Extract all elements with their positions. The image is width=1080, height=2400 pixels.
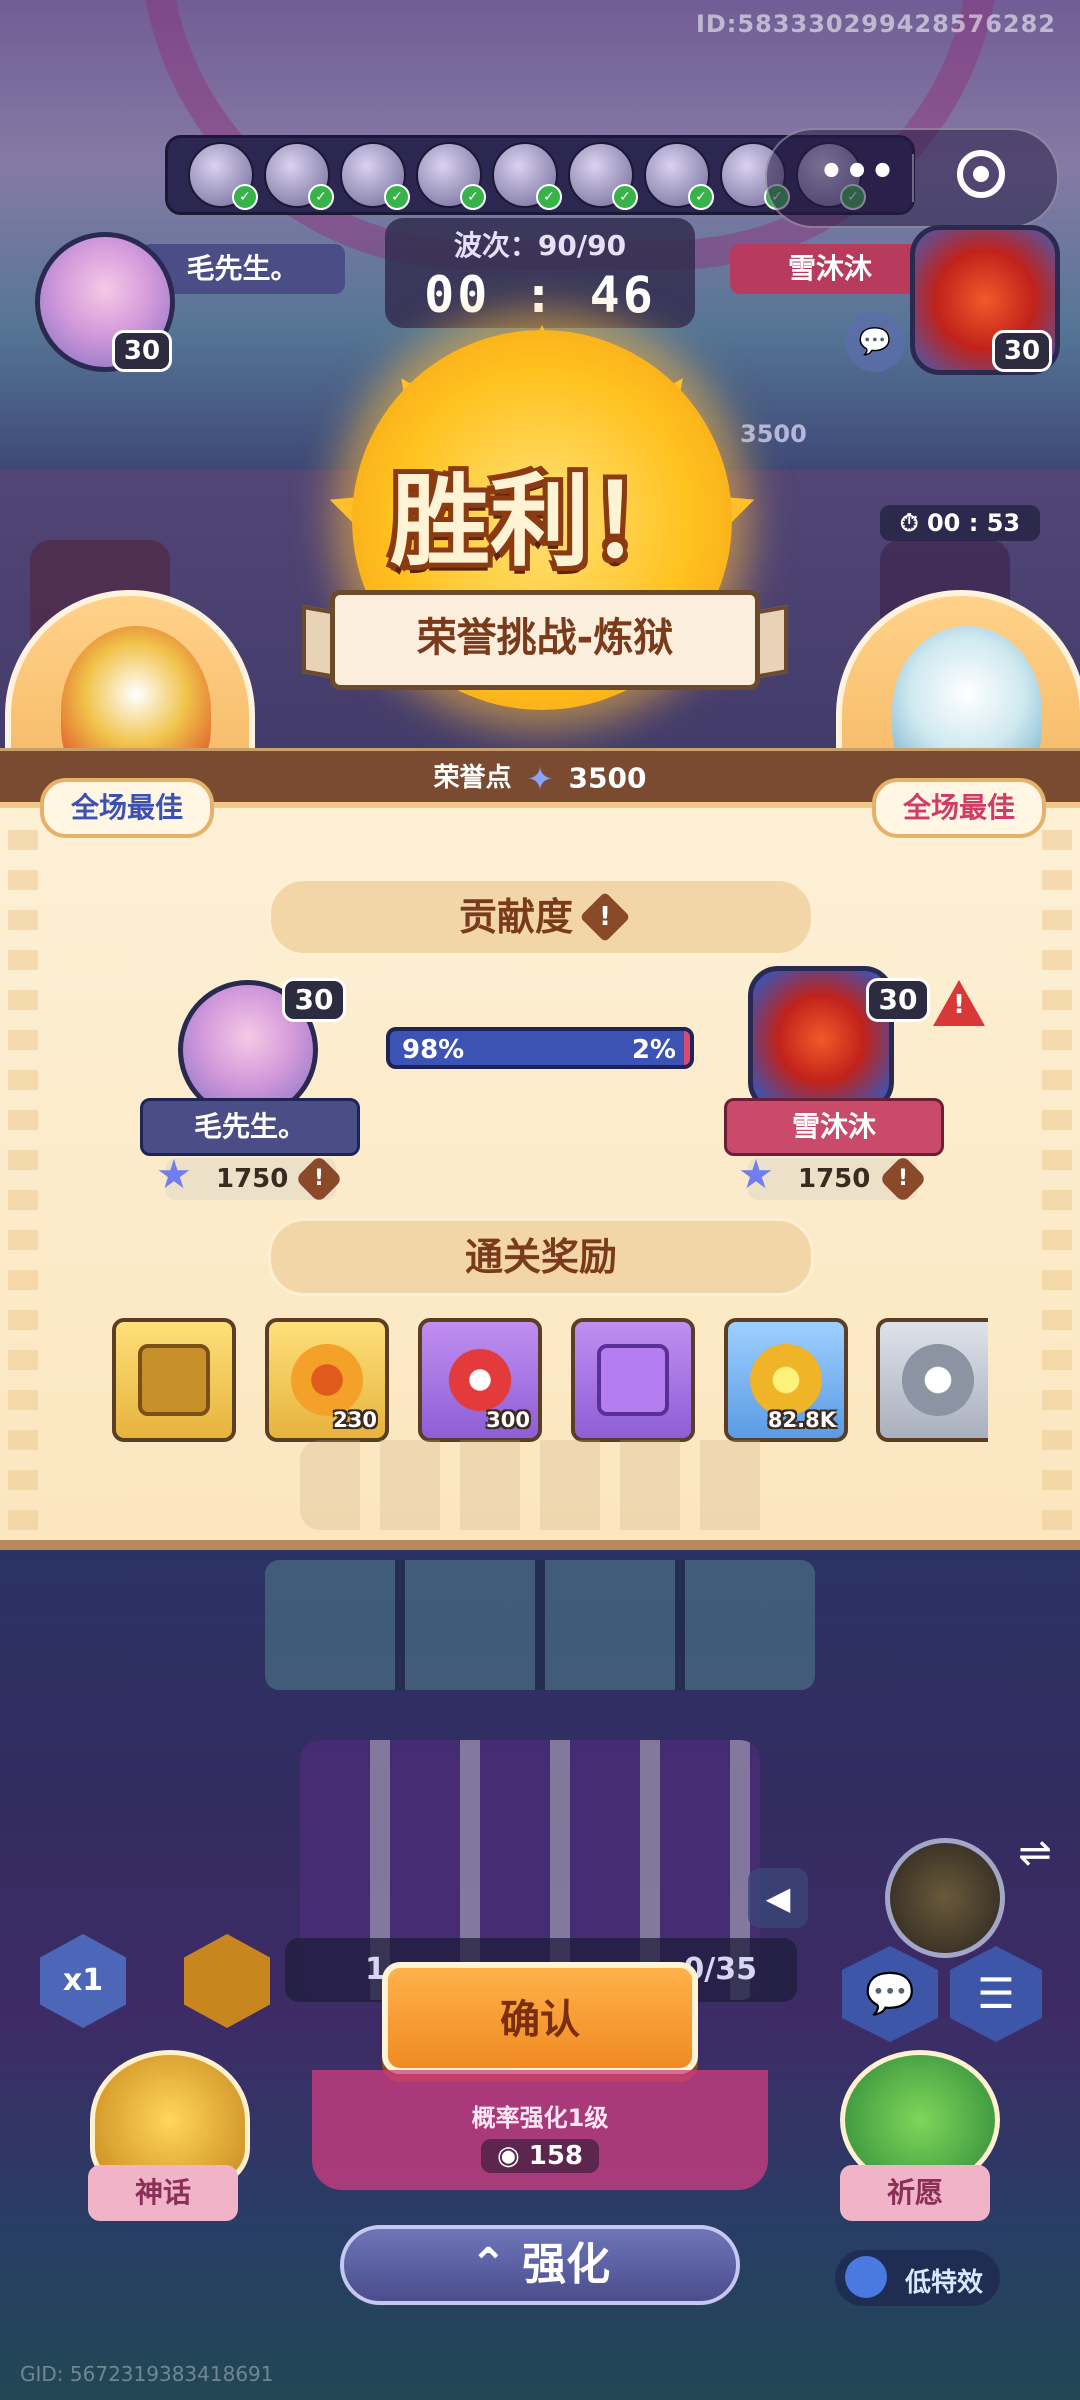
check-icon: ✓ xyxy=(308,184,334,210)
reward-red-potion[interactable]: 300 xyxy=(418,1318,542,1442)
reward-purple-chest[interactable] xyxy=(571,1318,695,1442)
check-icon: ✓ xyxy=(232,184,258,210)
panel-watermark-decor xyxy=(300,1440,780,1530)
capsule-divider xyxy=(912,154,914,202)
check-icon: ✓ xyxy=(536,184,562,210)
check-icon: ✓ xyxy=(688,184,714,210)
chat-icon: 💬 xyxy=(865,1971,915,2017)
star-icon: ★ xyxy=(156,1152,192,1198)
strengthen-info-panel: 概率强化1级 ◉ 158 xyxy=(312,2070,768,2190)
strengthen-description: 概率强化1级 xyxy=(471,2104,609,2132)
right-player-level: 30 xyxy=(866,978,930,1022)
user-id-text: ID:5833302994285762​82 xyxy=(695,10,1056,38)
reward-gold-key[interactable]: 230 xyxy=(265,1318,389,1442)
silver-token-icon xyxy=(902,1344,974,1416)
contribution-left-percent: 98% xyxy=(402,1035,465,1065)
gid-text: GID: 5672319383418691 xyxy=(20,2362,274,2386)
honor-points-label: 荣誉点 xyxy=(433,763,512,793)
contribution-title-text: 贡献度 xyxy=(458,895,573,939)
hero-slot: ✓ xyxy=(568,142,638,210)
honor-star-icon: ✦ xyxy=(526,759,554,798)
reward-gold-chest[interactable] xyxy=(112,1318,236,1442)
hero-slot: ✓ xyxy=(264,142,334,210)
myth-button[interactable]: 神话 xyxy=(88,2165,238,2221)
confirm-button[interactable]: 确认 xyxy=(382,1962,698,2074)
contribution-bar: 98% 2% xyxy=(386,1027,694,1069)
miniprogram-capsule: ••• xyxy=(765,128,1059,228)
hero-slot: ✓ xyxy=(340,142,410,210)
contribution-bar-right-fill xyxy=(684,1031,690,1065)
close-miniprogram-icon[interactable] xyxy=(957,150,1005,198)
menu-icon: ☰ xyxy=(977,1969,1015,2018)
check-icon: ✓ xyxy=(612,184,638,210)
reward-gold-coin[interactable]: 82.8K xyxy=(724,1318,848,1442)
left-player-info-icon[interactable]: ! xyxy=(294,1154,344,1204)
panel-border-right xyxy=(1042,830,1072,1530)
red-potion-icon xyxy=(444,1344,516,1416)
top-right-player-level: 30 xyxy=(992,330,1052,372)
top-left-player-level: 30 xyxy=(112,330,172,372)
coin-icon: ◉ xyxy=(496,2141,520,2171)
reward-gold-key-qty: 230 xyxy=(333,1408,377,1432)
challenge-name-ribbon: 荣誉挑战-炼狱 xyxy=(330,590,760,690)
reward-gold-coin-qty: 82.8K xyxy=(767,1408,836,1432)
hero-slot: ✓ xyxy=(492,142,562,210)
left-player-score-value: 1750 xyxy=(216,1164,289,1194)
contribution-right-percent: 2% xyxy=(631,1035,676,1065)
stopwatch-icon: ⏱ xyxy=(899,509,919,537)
info-icon[interactable]: ! xyxy=(579,891,631,942)
wish-button[interactable]: 祈愿 xyxy=(840,2165,990,2221)
right-player-name: 雪沐沐 xyxy=(724,1098,944,1156)
contribution-title: 贡献度! xyxy=(268,878,814,956)
round-timer: 00 : 46 xyxy=(424,266,656,324)
swap-icon[interactable]: ⇌ xyxy=(1010,1830,1060,1880)
star-icon: ★ xyxy=(738,1152,774,1198)
side-timer-value: 00 : 53 xyxy=(926,509,1021,537)
upgrade-arrow-icon: ⌃ xyxy=(469,2239,507,2290)
reward-silver-token[interactable] xyxy=(876,1318,988,1442)
chat-bubble-icon[interactable]: 💬 xyxy=(845,312,905,372)
collapse-arrow-icon[interactable]: ◀ xyxy=(748,1868,808,1928)
wave-timer-panel: 波次：90/90 00 : 46 xyxy=(385,218,695,328)
hero-slot: ✓ xyxy=(188,142,258,210)
upgrade-label: 强化 xyxy=(522,2239,611,2290)
side-score-value: 3500 xyxy=(740,420,807,448)
gold-key-icon xyxy=(291,1344,363,1416)
left-player-level: 30 xyxy=(282,978,346,1022)
panel-border-left xyxy=(8,830,38,1530)
side-score: 3500 xyxy=(740,420,850,456)
upgrade-button[interactable]: ⌃ 强化 xyxy=(340,2225,740,2305)
left-player-name: 毛先生。 xyxy=(140,1098,360,1156)
right-player-score-value: 1750 xyxy=(798,1164,871,1194)
right-player-info-icon[interactable]: ! xyxy=(878,1154,928,1204)
victory-title: 胜利！ xyxy=(390,463,690,580)
hero-slot: ✓ xyxy=(644,142,714,210)
hero-portrait-button[interactable] xyxy=(885,1838,1005,1958)
mvp-right-label: 全场最佳 xyxy=(872,778,1046,838)
speed-label: x1 xyxy=(62,1963,104,1998)
low-effects-icon xyxy=(845,2256,887,2298)
hero-slot: ✓ xyxy=(416,142,486,210)
gold-coin-icon xyxy=(750,1344,822,1416)
top-right-player-name: 雪沐沐 xyxy=(730,244,930,294)
check-icon: ✓ xyxy=(384,184,410,210)
side-timer: ⏱ 00 : 53 xyxy=(880,505,1040,541)
report-warning-mark: ! xyxy=(953,990,965,1020)
strengthen-cost-value: 158 xyxy=(528,2141,584,2171)
honor-points-value: 3500 xyxy=(568,761,647,795)
rewards-title: 通关奖励 xyxy=(268,1218,814,1296)
wave-counter: 波次：90/90 xyxy=(453,229,627,262)
low-effects-toggle[interactable]: 低特效 xyxy=(835,2250,1000,2306)
more-options-icon[interactable]: ••• xyxy=(807,152,907,202)
gold-chest-icon xyxy=(138,1344,210,1416)
reward-red-potion-qty: 300 xyxy=(486,1408,530,1432)
check-icon: ✓ xyxy=(460,184,486,210)
low-effects-label: 低特效 xyxy=(905,2268,984,2298)
strengthen-cost: ◉ 158 xyxy=(480,2139,600,2173)
mvp-left-label: 全场最佳 xyxy=(40,778,214,838)
purple-chest-icon xyxy=(597,1344,669,1416)
